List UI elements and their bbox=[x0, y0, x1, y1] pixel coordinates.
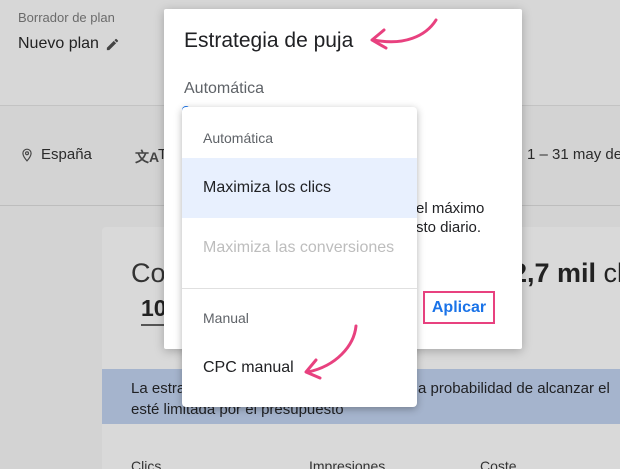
date-range-filter[interactable]: 1 – 31 may de bbox=[527, 146, 620, 163]
menu-group-manual: Manual bbox=[203, 310, 249, 326]
menu-divider bbox=[182, 288, 417, 289]
translate-icon: 文A bbox=[135, 149, 160, 165]
location-text: España bbox=[41, 146, 92, 163]
dialog-title: Estrategia de puja bbox=[184, 29, 354, 52]
plan-name[interactable]: Nuevo plan bbox=[18, 35, 120, 53]
menu-group-automatic: Automática bbox=[203, 130, 274, 146]
menu-item-label: Maximiza las conversiones bbox=[203, 239, 395, 256]
column-header-cost: Coste bbox=[480, 458, 517, 469]
menu-item-label: Maximiza los clics bbox=[203, 179, 332, 196]
plan-label: Borrador de plan bbox=[18, 10, 115, 25]
location-pin-icon bbox=[22, 148, 32, 162]
banner-line1-left: La estra bbox=[131, 380, 186, 397]
column-header-clicks: Clics bbox=[131, 458, 162, 469]
card-title-right: 2,7 mil cl bbox=[512, 258, 620, 289]
menu-item-manual-cpc[interactable]: CPC manual bbox=[182, 338, 417, 398]
dialog-body-line2: sto diario. bbox=[416, 219, 482, 236]
strategy-select-label[interactable]: Automática bbox=[184, 80, 264, 98]
column-header-impressions: Impresiones bbox=[309, 458, 386, 469]
menu-item-maximize-clicks[interactable]: Maximiza los clics bbox=[182, 158, 417, 218]
card-title-right-suffix: cl bbox=[603, 258, 620, 288]
location-filter[interactable]: España bbox=[20, 146, 92, 163]
plan-name-text: Nuevo plan bbox=[18, 35, 99, 52]
menu-item-label: CPC manual bbox=[203, 359, 294, 376]
pencil-icon[interactable] bbox=[105, 37, 120, 52]
card-title-right-value: 2,7 mil bbox=[512, 258, 597, 288]
banner-line1-right: a probabilidad de alcanzar el bbox=[418, 380, 610, 397]
dialog-body-line1: el máximo bbox=[416, 200, 485, 217]
menu-item-maximize-conversions: Maximiza las conversiones bbox=[182, 218, 417, 278]
card-number-left: 10 bbox=[141, 295, 167, 321]
apply-button[interactable]: Aplicar bbox=[423, 291, 495, 324]
card-title-left: Co bbox=[131, 258, 166, 288]
